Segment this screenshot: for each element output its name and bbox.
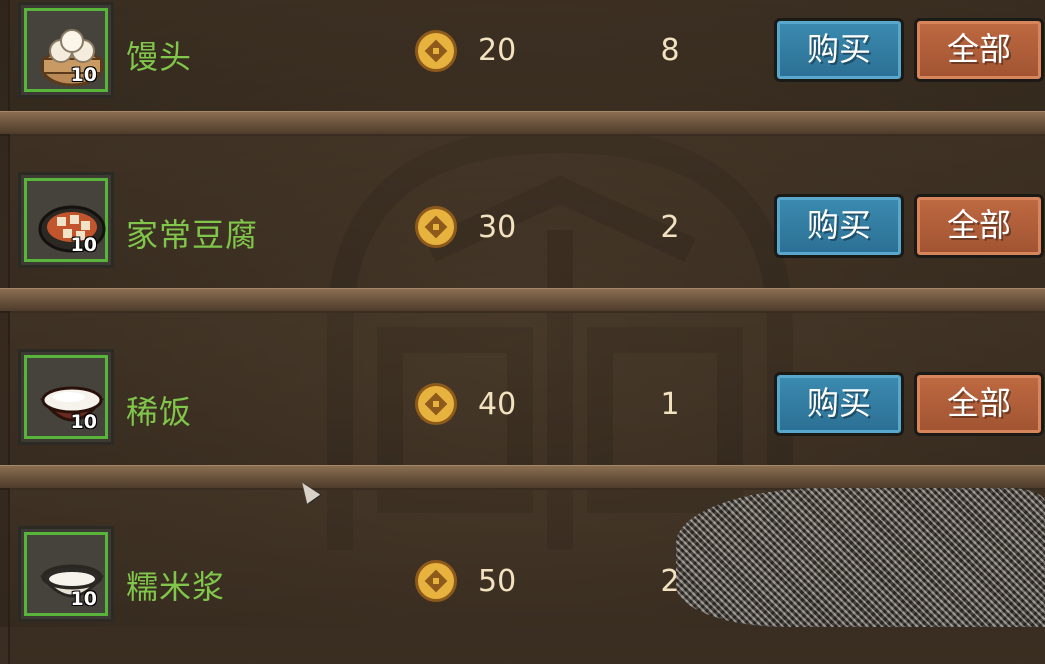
buy-button[interactable]: 购买 — [774, 18, 904, 82]
item-slot-frame: 10 — [24, 532, 108, 616]
buy-all-button[interactable]: 全部 — [914, 18, 1044, 82]
slot-quantity: 10 — [70, 411, 97, 433]
item-slot[interactable]: 10 — [18, 526, 114, 622]
item-name: 馒头 — [126, 38, 193, 76]
item-slot[interactable]: 10 — [18, 349, 114, 445]
buy-all-button[interactable]: 全部 — [914, 372, 1044, 436]
item-slot-frame: 10 — [24, 178, 108, 262]
copper-coin-icon — [415, 560, 457, 602]
copper-coin-icon — [415, 30, 457, 72]
item-name: 稀饭 — [126, 393, 193, 431]
distortion-overlay — [676, 488, 1045, 627]
item-stock: 2 — [660, 210, 680, 245]
shop-item-row: 10 馒头 20 8 购买 全部 — [0, 0, 1045, 116]
copper-coin-icon — [415, 206, 457, 248]
item-price: 40 — [478, 387, 517, 422]
buy-button[interactable]: 购买 — [774, 372, 904, 436]
slot-quantity: 10 — [70, 234, 97, 256]
buy-all-button[interactable]: 全部 — [914, 194, 1044, 258]
item-name: 家常豆腐 — [126, 216, 259, 254]
slot-quantity: 10 — [70, 588, 97, 610]
shelf-divider — [0, 288, 1045, 313]
item-slot[interactable]: 10 — [18, 172, 114, 268]
shop-item-row: 10 家常豆腐 30 2 购买 全部 — [0, 134, 1045, 310]
slot-quantity: 10 — [70, 64, 97, 86]
shelf-divider — [0, 465, 1045, 490]
copper-coin-icon — [415, 383, 457, 425]
item-slot[interactable]: 10 — [18, 2, 114, 98]
item-stock: 1 — [660, 387, 680, 422]
shelf-divider — [0, 111, 1045, 136]
shop-item-row: 10 稀饭 40 1 购买 全部 — [0, 311, 1045, 487]
item-stock: 8 — [660, 33, 680, 68]
item-slot-frame: 10 — [24, 8, 108, 92]
buy-button[interactable]: 购买 — [774, 194, 904, 258]
item-price: 50 — [478, 564, 517, 599]
item-price: 30 — [478, 210, 517, 245]
item-slot-frame: 10 — [24, 355, 108, 439]
item-price: 20 — [478, 33, 517, 68]
item-name: 糯米浆 — [126, 568, 226, 606]
